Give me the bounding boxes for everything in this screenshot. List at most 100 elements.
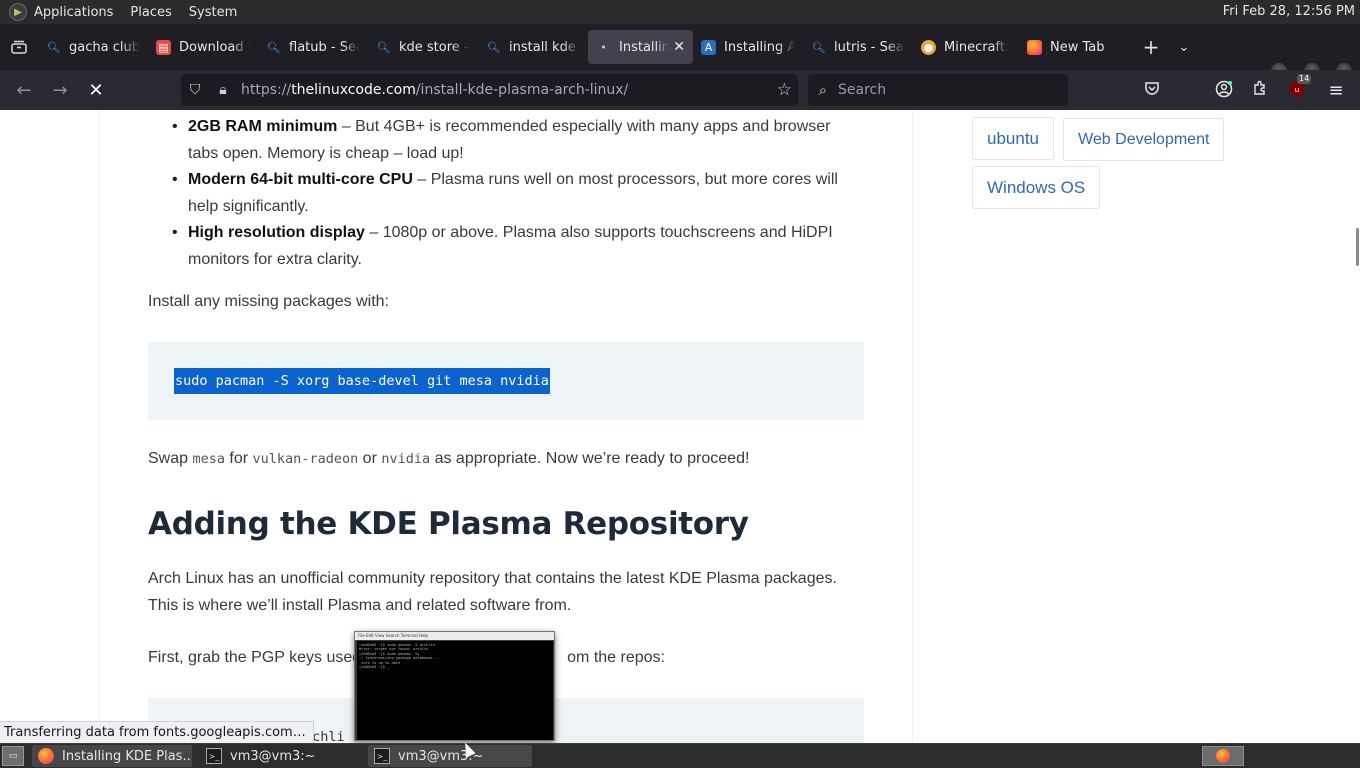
- tab-title: Installing: [619, 39, 670, 55]
- url-host: thelinuxcode.com: [291, 82, 416, 98]
- list-all-tabs-button[interactable]: [0, 24, 38, 70]
- url-prefix: https://: [241, 82, 292, 98]
- search-icon: 🔍︎: [376, 40, 391, 54]
- applications-menu[interactable]: Applications: [34, 5, 113, 20]
- search-icon: 🔍︎: [811, 40, 826, 54]
- taskbar-item-firefox[interactable]: Installing KDE Plas...: [32, 745, 192, 767]
- navigation-toolbar: ← → ✕ ⛉ 🔒︎ https://thelinuxcode.com/inst…: [0, 70, 1360, 110]
- url-text[interactable]: https://thelinuxcode.com/install-kde-pla…: [241, 82, 628, 98]
- swap-text: as appropriate. Now we’re ready to proce…: [430, 449, 750, 467]
- back-arrow-icon[interactable]: ←: [6, 74, 42, 106]
- svg-text:u: u: [1295, 86, 1299, 94]
- tab-title: kde store -: [399, 39, 469, 55]
- tab-title: flatub - Sea: [289, 39, 360, 55]
- search-icon: ⌕: [818, 81, 828, 99]
- tab-title: Minecraft:: [944, 39, 1010, 55]
- tag-web-development[interactable]: Web Development: [1063, 118, 1225, 161]
- requirement-title: Modern 64-bit multi-core CPU: [188, 171, 413, 188]
- repo-paragraph: Arch Linux has an unofficial community r…: [148, 570, 837, 614]
- search-icon: 🔍︎: [46, 40, 61, 54]
- taskbar-item-terminal-1[interactable]: >_ vm3@vm3:~: [200, 745, 360, 767]
- tab-lutris[interactable]: 🔍︎ lutris - Sear: [803, 30, 913, 64]
- url-bar[interactable]: ⛉ 🔒︎ https://thelinuxcode.com/install-kd…: [181, 74, 798, 106]
- store-icon: ▤: [156, 39, 171, 55]
- swap-text: Swap: [148, 449, 193, 467]
- code-install-command[interactable]: sudo pacman -S xorg base-devel git mesa …: [174, 367, 550, 394]
- system-logo-icon[interactable]: ▶: [9, 3, 27, 21]
- search-icon: 🔍︎: [266, 40, 281, 54]
- bottom-taskbar: ▭ Installing KDE Plas... >_ vm3@vm3:~ >_…: [0, 743, 1360, 768]
- swap-text: or: [358, 449, 382, 467]
- tag-ubuntu[interactable]: ubuntu: [972, 117, 1054, 160]
- requirements-list: 2GB RAM minimum – But 4GB+ is recommende…: [148, 114, 864, 273]
- url-path: /install-kde-plasma-arch-linux/: [415, 82, 629, 98]
- tag-windows-os[interactable]: Windows OS: [972, 166, 1101, 209]
- terminal-window-preview[interactable]: File Edit View Search Terminal Help [vm3…: [354, 631, 555, 741]
- tab-flatub[interactable]: 🔍︎ flatub - Sea: [258, 30, 368, 64]
- tab-download[interactable]: ▤ Download G: [148, 30, 258, 64]
- tab-installing-active[interactable]: • Installing ✕: [588, 30, 693, 64]
- forward-arrow-icon[interactable]: →: [42, 74, 78, 106]
- system-menu[interactable]: System: [189, 5, 237, 20]
- account-icon[interactable]: [1214, 80, 1234, 100]
- taskbar-item-terminal-2[interactable]: >_ vm3@vm3:~: [368, 745, 532, 767]
- top-panel: ▶ Applications Places System Fri Feb 28,…: [0, 0, 1360, 24]
- tab-overflow-chevron-icon[interactable]: ⌄: [1169, 40, 1199, 55]
- requirement-title: High resolution display: [188, 224, 365, 241]
- search-bar[interactable]: ⌕ Search: [808, 74, 1068, 106]
- stop-loading-icon[interactable]: ✕: [78, 74, 114, 106]
- loading-icon: •: [600, 40, 607, 54]
- scrollbar-thumb[interactable]: [1356, 228, 1359, 266]
- pocket-icon[interactable]: [1142, 80, 1162, 100]
- page-scrollbar[interactable]: [1354, 110, 1360, 743]
- tab-title: Download G: [179, 39, 250, 55]
- extensions-puzzle-icon[interactable]: [1250, 80, 1270, 100]
- status-panel: Transferring data from fonts.googleapis.…: [0, 721, 314, 745]
- tab-title: Installing A: [724, 39, 795, 55]
- hamburger-menu-icon[interactable]: ≡: [1326, 80, 1346, 101]
- site-a-icon: A: [701, 39, 716, 55]
- taskbar-item-label: Installing KDE Plas...: [62, 748, 192, 764]
- swap-text: for: [224, 449, 253, 467]
- terminal-preview-content: [vm3@vm3 ~]$ sudo pacman -S archlin erro…: [357, 641, 553, 740]
- new-tab-button[interactable]: +: [1133, 35, 1169, 59]
- workspace-switcher[interactable]: [1202, 746, 1244, 766]
- list-item: 2GB RAM minimum – But 4GB+ is recommende…: [148, 114, 864, 167]
- firefox-icon: [38, 748, 54, 764]
- ublock-shield-icon[interactable]: u 14: [1287, 74, 1312, 100]
- firefox-icon: [1216, 749, 1230, 763]
- places-menu[interactable]: Places: [130, 5, 171, 20]
- panel-clock[interactable]: Fri Feb 28, 12:56 PM: [1223, 4, 1355, 19]
- terminal-icon: >_: [374, 748, 390, 764]
- code-block-install[interactable]: sudo pacman -S xorg base-devel git mesa …: [148, 341, 864, 420]
- show-desktop-icon[interactable]: ▭: [2, 746, 24, 766]
- tab-install-kde[interactable]: 🔍︎ install kde p: [478, 30, 588, 64]
- close-tab-icon[interactable]: ✕: [673, 39, 685, 55]
- section-heading: Adding the KDE Plasma Repository: [148, 506, 749, 542]
- tab-installing-a[interactable]: A Installing A: [693, 30, 803, 64]
- minecraft-icon: ●: [921, 39, 936, 55]
- lock-icon[interactable]: 🔒︎: [209, 82, 237, 98]
- terminal-icon: >_: [206, 748, 222, 764]
- tab-kde-store[interactable]: 🔍︎ kde store -: [368, 30, 478, 64]
- firefox-icon: [1027, 39, 1042, 55]
- bookmark-star-icon[interactable]: ☆: [777, 80, 792, 100]
- list-item: Modern 64-bit multi-core CPU – Plasma ru…: [148, 167, 864, 220]
- tab-title: lutris - Sear: [834, 39, 905, 55]
- tab-title: gacha club: [69, 39, 140, 55]
- search-icon: 🔍︎: [486, 40, 501, 54]
- tab-new-tab[interactable]: New Tab: [1019, 30, 1127, 64]
- ublock-badge-count: 14: [1297, 74, 1312, 84]
- tab-minecraft[interactable]: ● Minecraft:: [913, 30, 1019, 64]
- swap-paragraph: Swap mesa for vulkan-radeon or nvidia as…: [148, 446, 864, 473]
- shield-icon[interactable]: ⛉: [181, 82, 209, 98]
- tag-cloud: ubuntu Web Development Windows OS: [972, 117, 1232, 214]
- taskbar-item-label: vm3@vm3:~: [230, 748, 316, 764]
- tab-gacha-club[interactable]: 🔍︎ gacha club: [38, 30, 148, 64]
- tab-title: install kde p: [509, 39, 580, 55]
- inline-code: mesa: [192, 450, 225, 467]
- pgp-text-start: First, grab the PGP keys used: [148, 649, 362, 666]
- tab-strip: 🔍︎ gacha club ▤ Download G 🔍︎ flatub - S…: [0, 24, 1360, 79]
- inline-code: nvidia: [381, 450, 431, 467]
- list-item: High resolution display – 1080p or above…: [148, 220, 864, 273]
